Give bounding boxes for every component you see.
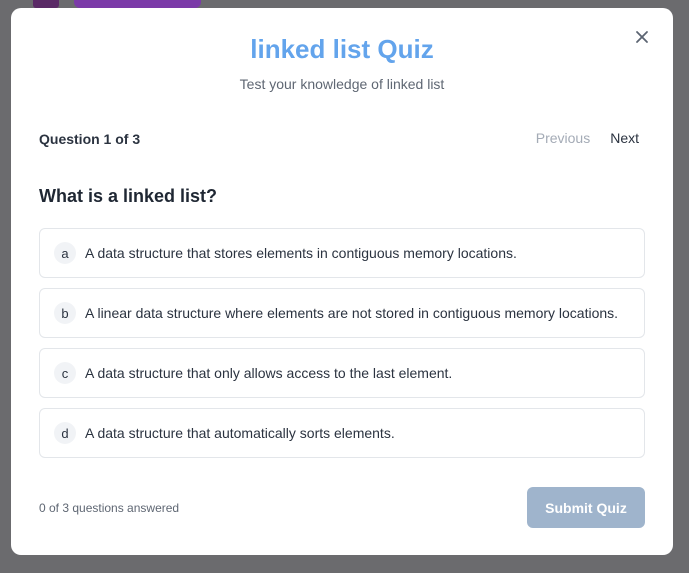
background-button: [74, 0, 201, 8]
answer-option-b[interactable]: b A linear data structure where elements…: [39, 288, 645, 338]
answered-status: 0 of 3 questions answered: [39, 501, 180, 515]
option-text: A data structure that stores elements in…: [85, 245, 517, 261]
previous-button[interactable]: Previous: [536, 130, 590, 146]
option-letter: b: [54, 302, 76, 324]
background-logo: [33, 0, 59, 8]
question-navigation: Previous Next: [536, 130, 639, 146]
quiz-subtitle: Test your knowledge of linked list: [239, 76, 445, 92]
option-text: A data structure that only allows access…: [85, 365, 453, 381]
quiz-modal: linked list Quiz Test your knowledge of …: [11, 8, 673, 555]
option-letter: a: [54, 242, 76, 264]
answer-options: a A data structure that stores elements …: [39, 228, 645, 468]
quiz-title: linked list Quiz: [250, 34, 434, 64]
question-text: What is a linked list?: [39, 186, 218, 206]
answer-option-d[interactable]: d A data structure that automatically so…: [39, 408, 645, 458]
question-progress: Question 1 of 3: [39, 131, 141, 147]
option-text: A data structure that automatically sort…: [85, 425, 395, 441]
answer-option-c[interactable]: c A data structure that only allows acce…: [39, 348, 645, 398]
submit-quiz-button[interactable]: Submit Quiz: [527, 487, 645, 528]
answer-option-a[interactable]: a A data structure that stores elements …: [39, 228, 645, 278]
option-text: A linear data structure where elements a…: [85, 305, 619, 321]
option-letter: c: [54, 362, 76, 384]
next-button[interactable]: Next: [610, 130, 639, 146]
option-letter: d: [54, 422, 76, 444]
